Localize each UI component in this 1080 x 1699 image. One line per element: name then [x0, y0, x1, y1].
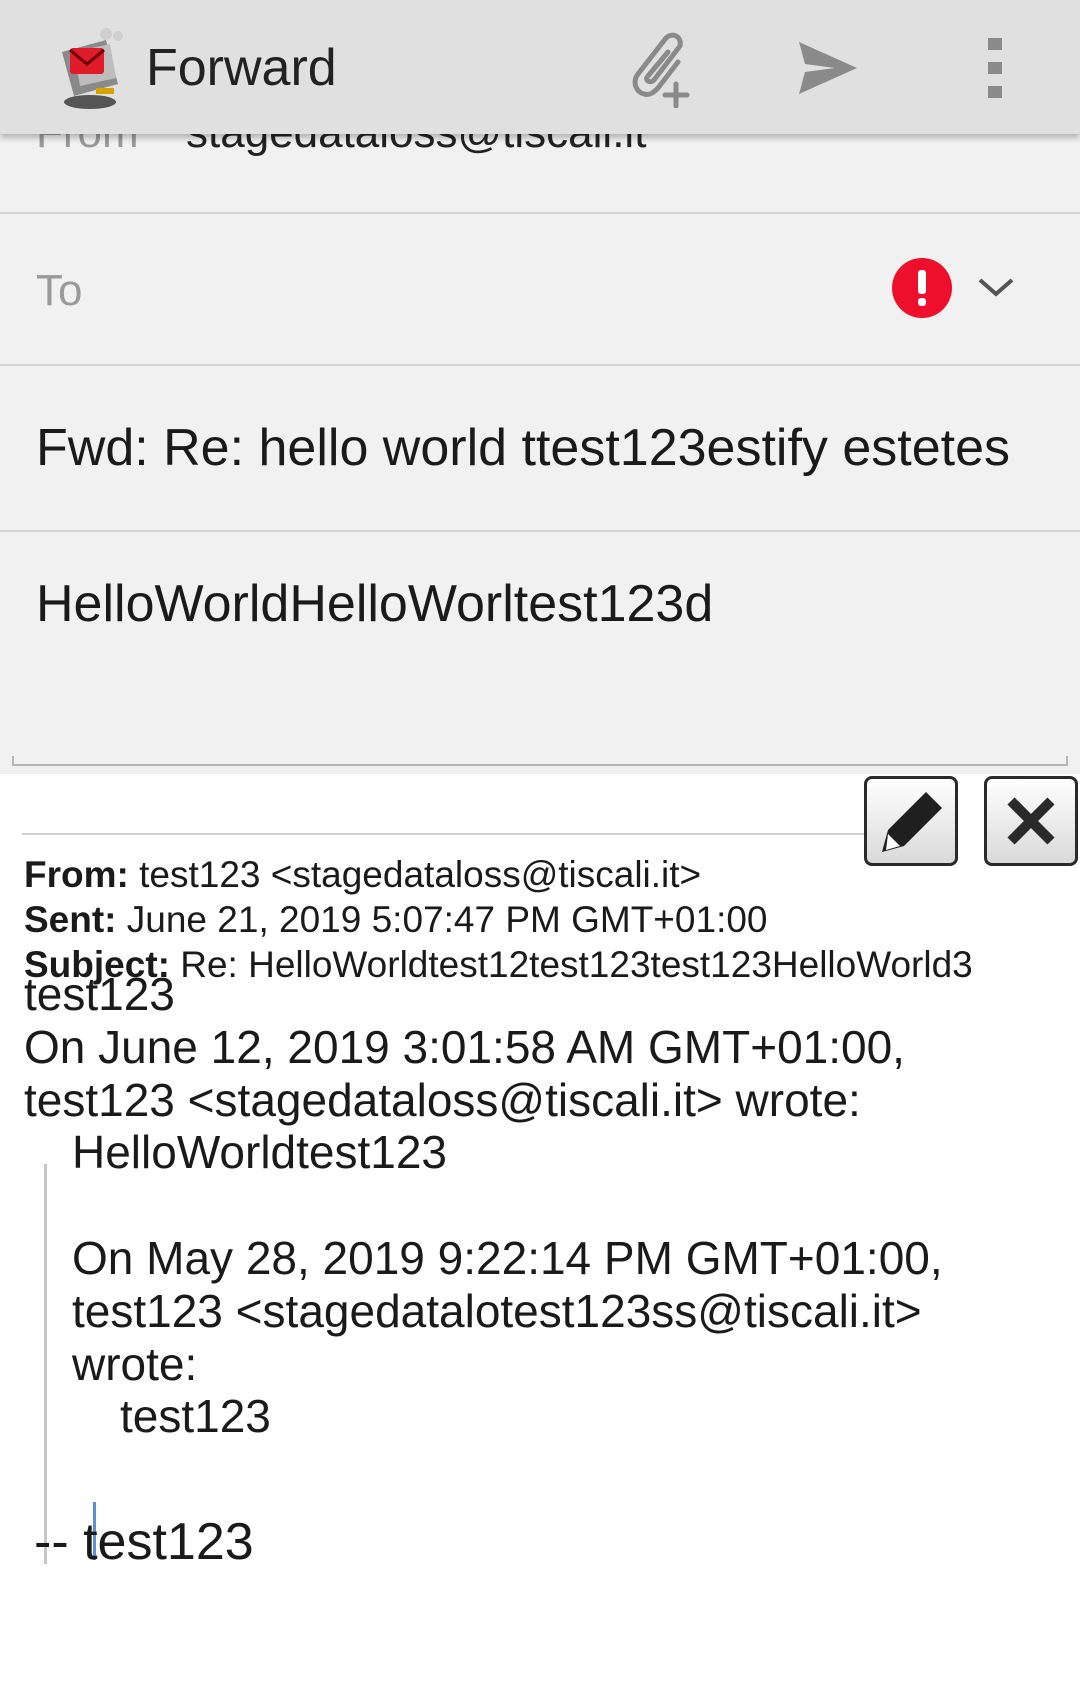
attach-button[interactable] [612, 22, 704, 114]
paperclip-plus-icon [632, 32, 690, 108]
quoted-line: test123 <stagedataloss@tiscali.it> wrote… [24, 1074, 861, 1126]
overflow-menu-icon [988, 38, 1002, 98]
quoted-sent-label: Sent: [24, 899, 117, 940]
send-icon [799, 42, 857, 94]
quoted-message: From: test123 <stagedataloss@tiscali.it>… [0, 776, 1080, 1699]
deep-quote-line: test123 [120, 1390, 271, 1442]
quote-divider [22, 833, 882, 835]
quoted-line: On June 12, 2019 3:01:58 AM GMT+01:00, [24, 1021, 905, 1073]
error-icon [892, 258, 952, 318]
body-row[interactable]: HelloWorldHelloWorltest123d [0, 532, 1080, 762]
toolbar-title: Forward [146, 39, 337, 97]
remove-quote-button[interactable] [984, 776, 1078, 866]
subject-row[interactable]: Fwd: Re: hello world ttest123estify este… [0, 366, 1080, 532]
quoted-sent-value: June 21, 2019 5:07:47 PM GMT+01:00 [126, 899, 768, 940]
signature: -- test123 [34, 1513, 254, 1571]
quoted-line: test123 [24, 968, 175, 1020]
nested-quote-line: On May 28, 2019 9:22:14 PM GMT+01:00, [72, 1232, 943, 1284]
pencil-icon [882, 792, 942, 852]
app-toolbar: Forward [0, 0, 1080, 134]
quoted-from-value: test123 <stagedataloss@tiscali.it> [139, 854, 702, 895]
compose-form: From stagedataloss@tiscali.it To Fwd: Re… [0, 108, 1080, 774]
to-field[interactable]: To [36, 266, 82, 316]
send-button[interactable] [782, 22, 874, 114]
close-icon [1007, 797, 1055, 845]
to-row[interactable]: To [0, 214, 1080, 366]
nested-quote-line: test123 <stagedatalotest123ss@tiscali.it… [72, 1285, 922, 1337]
quote-level1-bar [44, 1164, 47, 1564]
nested-quote-line: wrote: [72, 1338, 198, 1390]
nested-quote-line: HelloWorldtest123 [72, 1126, 448, 1178]
message-body-field[interactable]: HelloWorldHelloWorltest123d [36, 574, 713, 634]
from-row[interactable]: From stagedataloss@tiscali.it [0, 108, 1080, 214]
quoted-from-label: From: [24, 854, 129, 895]
quoted-subject-value: Re: HelloWorldtest12test123test123HelloW… [180, 944, 973, 985]
app-logo-icon [44, 22, 134, 112]
more-options-button[interactable] [950, 22, 1042, 114]
subject-field[interactable]: Fwd: Re: hello world ttest123estify este… [36, 418, 1046, 478]
body-field-underline [12, 756, 1068, 766]
chevron-down-icon[interactable] [970, 266, 1022, 310]
